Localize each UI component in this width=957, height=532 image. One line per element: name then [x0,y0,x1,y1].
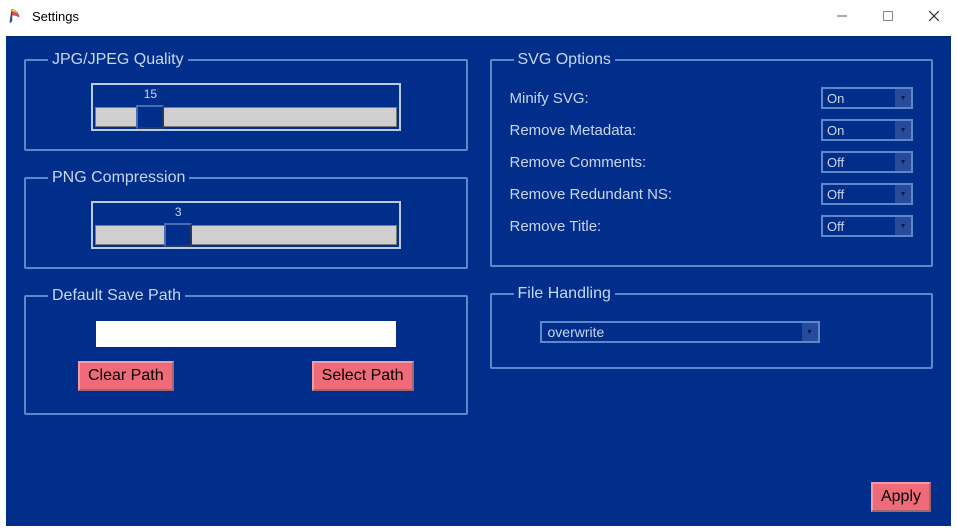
select-value: Off [827,155,844,170]
svg-remove-metadata-select[interactable]: On ▼ [821,119,913,141]
svg-remove-redundant-ns-select[interactable]: Off ▼ [821,183,913,205]
minimize-button[interactable] [819,0,865,32]
right-column: SVG Options Minify SVG: On ▼ Remove Meta… [490,51,934,433]
select-value: Off [827,187,844,202]
file-handling-legend: File Handling [514,285,615,303]
svg-minify-select[interactable]: On ▼ [821,87,913,109]
svg-remove-title-label: Remove Title: [510,218,602,235]
window-title: Settings [32,9,79,24]
chevron-down-icon: ▼ [895,89,911,107]
chevron-down-icon: ▼ [895,185,911,203]
svg-remove-comments-select[interactable]: Off ▼ [821,151,913,173]
select-path-button[interactable]: Select Path [312,361,414,391]
jpg-quality-slider[interactable]: 15 [91,83,401,131]
svg-remove-redundant-ns-label: Remove Redundant NS: [510,186,673,203]
jpg-quality-value: 15 [144,87,157,101]
left-column: JPG/JPEG Quality 15 PNG Compression 3 [24,51,468,433]
svg-options-group: SVG Options Minify SVG: On ▼ Remove Meta… [490,51,934,267]
client-area: JPG/JPEG Quality 15 PNG Compression 3 [6,36,951,526]
maximize-button[interactable] [865,0,911,32]
select-value: overwrite [548,324,605,340]
default-save-path-group: Default Save Path Clear Path Select Path [24,287,468,415]
apply-button[interactable]: Apply [871,482,931,512]
clear-path-button[interactable]: Clear Path [78,361,174,391]
file-handling-group: File Handling overwrite ▼ [490,285,934,369]
png-compression-slider[interactable]: 3 [91,201,401,249]
svg-remove-comments-row: Remove Comments: Off ▼ [510,151,914,173]
chevron-down-icon: ▼ [895,153,911,171]
svg-remove-metadata-label: Remove Metadata: [510,122,637,139]
png-compression-legend: PNG Compression [48,169,189,187]
file-handling-select[interactable]: overwrite ▼ [540,321,820,343]
svg-remove-redundant-ns-row: Remove Redundant NS: Off ▼ [510,183,914,205]
default-save-path-legend: Default Save Path [48,287,185,305]
chevron-down-icon: ▼ [895,121,911,139]
svg-remove-metadata-row: Remove Metadata: On ▼ [510,119,914,141]
svg-minify-row: Minify SVG: On ▼ [510,87,914,109]
save-path-input[interactable] [96,321,396,347]
slider-track [95,225,397,245]
select-value: On [827,123,844,138]
slider-knob[interactable] [164,223,192,247]
slider-knob[interactable] [136,105,164,129]
png-compression-group: PNG Compression 3 [24,169,468,269]
select-value: Off [827,219,844,234]
chevron-down-icon: ▼ [895,217,911,235]
svg-remove-title-select[interactable]: Off ▼ [821,215,913,237]
titlebar: Settings [0,0,957,32]
app-icon [8,8,24,24]
settings-window: Settings JPG/JPEG Quality 15 [0,0,957,532]
svg-minify-label: Minify SVG: [510,90,589,107]
jpg-quality-group: JPG/JPEG Quality 15 [24,51,468,151]
png-compression-value: 3 [175,205,182,219]
svg-remove-title-row: Remove Title: Off ▼ [510,215,914,237]
select-value: On [827,91,844,106]
close-button[interactable] [911,0,957,32]
svg-remove-comments-label: Remove Comments: [510,154,647,171]
chevron-down-icon: ▼ [802,323,818,341]
svg-options-legend: SVG Options [514,51,615,69]
jpg-quality-legend: JPG/JPEG Quality [48,51,188,69]
